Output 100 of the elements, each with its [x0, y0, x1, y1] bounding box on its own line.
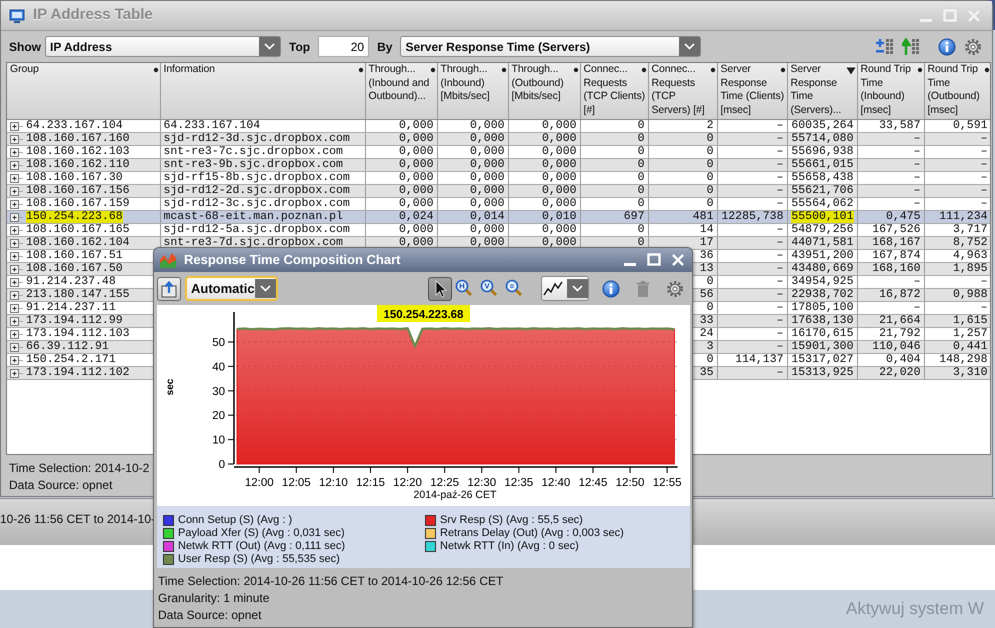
expand-icon[interactable]: [10, 342, 23, 352]
table-cell: 167,526: [857, 223, 924, 236]
column-header[interactable]: Server Response Time (Clients) [msec]: [717, 63, 787, 119]
tick-label: 40: [212, 361, 225, 374]
column-header[interactable]: Group: [7, 63, 160, 119]
expand-icon[interactable]: [10, 250, 23, 261]
table-cell: 114,137: [717, 353, 787, 366]
column-header[interactable]: Round Trip Time (Inbound) [msec]: [857, 63, 924, 119]
tick-label: 12:20: [393, 477, 422, 489]
table-cell: –: [717, 249, 787, 262]
table-cell: 0: [648, 171, 717, 184]
table-cell: 34954,925: [791, 275, 854, 287]
caret-icon: [255, 279, 276, 298]
table-cell: 0,000: [508, 223, 580, 236]
tick-label: 12:45: [578, 477, 608, 489]
expand-icon[interactable]: [10, 146, 23, 157]
field-label: Top: [289, 38, 310, 56]
expand-icon[interactable]: [10, 290, 23, 300]
table-cell: 55500,101: [791, 210, 854, 222]
chart-type-dropdown[interactable]: [541, 276, 589, 301]
tick-label: 12:55: [652, 477, 682, 489]
column-header[interactable]: Through... (Inbound and Outbound)...: [365, 63, 437, 119]
expand-icon[interactable]: [10, 186, 23, 196]
expand-icon[interactable]: [10, 264, 23, 274]
table-cell: 108.160.167.159: [26, 197, 130, 209]
maximize-button[interactable]: [646, 252, 662, 268]
expand-icon[interactable]: [10, 354, 23, 365]
table-cell: 0,000: [437, 223, 508, 236]
settings-icon[interactable]: [964, 38, 982, 56]
field-label: Show: [9, 38, 41, 56]
up-arrow-icon[interactable]: [902, 38, 920, 56]
table-cell: 1,615: [924, 314, 990, 327]
table-cell: 16,872: [857, 288, 924, 301]
column-header[interactable]: Round Trip Time (Outbound) [msec]: [924, 63, 990, 119]
table-cell: 167,874: [857, 249, 924, 262]
expand-icon[interactable]: [10, 160, 23, 170]
table-cell: –: [717, 301, 787, 314]
table-cell: sjd-rd12-3d.sjc.dropbox.com: [160, 132, 365, 145]
range-dropdown[interactable]: Automatic: [185, 276, 278, 301]
column-header[interactable]: Connec... Requests (TCP Clients) [#]: [580, 63, 648, 119]
table-cell: sjd-rf15-8b.sjc.dropbox.com: [160, 171, 365, 184]
table-cell: 33,587: [857, 119, 924, 132]
table-cell: 1,895: [924, 262, 990, 275]
column-header[interactable]: Through... (Inbound) [Mbits/sec]: [437, 63, 508, 119]
expand-icon[interactable]: [10, 238, 23, 248]
table-cell: 0,000: [508, 158, 580, 171]
column-header[interactable]: Information: [160, 63, 365, 119]
trash-icon: [634, 280, 652, 298]
close-icon: [966, 8, 982, 24]
expand-icon[interactable]: [10, 316, 23, 326]
table-cell: 168,160: [857, 262, 924, 275]
table-cell: –: [717, 314, 787, 327]
expand-icon[interactable]: [10, 368, 23, 378]
table-cell: 54879,256: [791, 223, 854, 235]
maximize-icon: [942, 8, 958, 24]
table-cell: 173.194.112.102: [26, 366, 130, 378]
table-cell: –: [717, 366, 787, 379]
table-cell: 17805,100: [791, 301, 854, 313]
top-field[interactable]: 20: [318, 36, 370, 57]
window-title: Response Time Composition Chart: [184, 251, 400, 270]
settings-icon: [666, 280, 684, 298]
column-header[interactable]: Through... (Outbound) [Mbits/sec]: [508, 63, 580, 119]
line-chart-icon: [542, 279, 564, 298]
table-cell: 0,000: [365, 119, 437, 132]
table-cell: sjd-rd12-5a.sjc.dropbox.com: [160, 223, 365, 236]
expand-icon[interactable]: [10, 302, 23, 313]
table-cell: 108.160.167.160: [26, 132, 130, 144]
legend-label: Retrans Delay (Out) (Avg : 0,003 sec): [440, 526, 624, 541]
status-text: Data Source: opnet: [158, 607, 262, 624]
table-cell: 0,475: [857, 210, 924, 223]
column-header[interactable]: Server Response Time (Servers)...: [787, 63, 857, 119]
expand-icon[interactable]: [10, 328, 23, 339]
expand-icon[interactable]: [10, 276, 23, 287]
table-cell: –: [924, 158, 990, 171]
expand-icon[interactable]: [10, 172, 23, 183]
expand-icon[interactable]: [10, 224, 23, 235]
column-header[interactable]: Connec... Requests (TCP Servers) [#]: [648, 63, 717, 119]
table-cell: –: [717, 223, 787, 236]
expand-icon[interactable]: [10, 120, 23, 131]
table-cell: –: [717, 275, 787, 288]
table-cell: 43480,669: [791, 262, 854, 274]
table-cell: 55696,938: [791, 145, 854, 157]
table-cell: 21,664: [857, 314, 924, 327]
legend-label: Payload Xfer (S) (Avg : 0,031 sec): [178, 526, 345, 541]
sort-by-dropdown[interactable]: Server Response Time (Servers): [400, 36, 702, 57]
table-cell: –: [717, 236, 787, 249]
table-cell: –: [717, 262, 787, 275]
table-cell: –: [857, 184, 924, 197]
table-cell: 0,000: [437, 197, 508, 210]
pointer-button[interactable]: [428, 276, 452, 300]
add-column-icon[interactable]: [876, 38, 894, 56]
export-button[interactable]: [157, 276, 181, 300]
table-cell: 0,000: [365, 197, 437, 210]
expand-icon[interactable]: [10, 198, 23, 209]
show-dropdown[interactable]: IP Address: [45, 36, 281, 57]
expand-icon[interactable]: [10, 212, 23, 222]
app-icon: [9, 8, 25, 24]
table-cell: 22938,702: [791, 288, 854, 300]
info-icon[interactable]: [938, 38, 956, 56]
expand-icon[interactable]: [10, 134, 23, 144]
